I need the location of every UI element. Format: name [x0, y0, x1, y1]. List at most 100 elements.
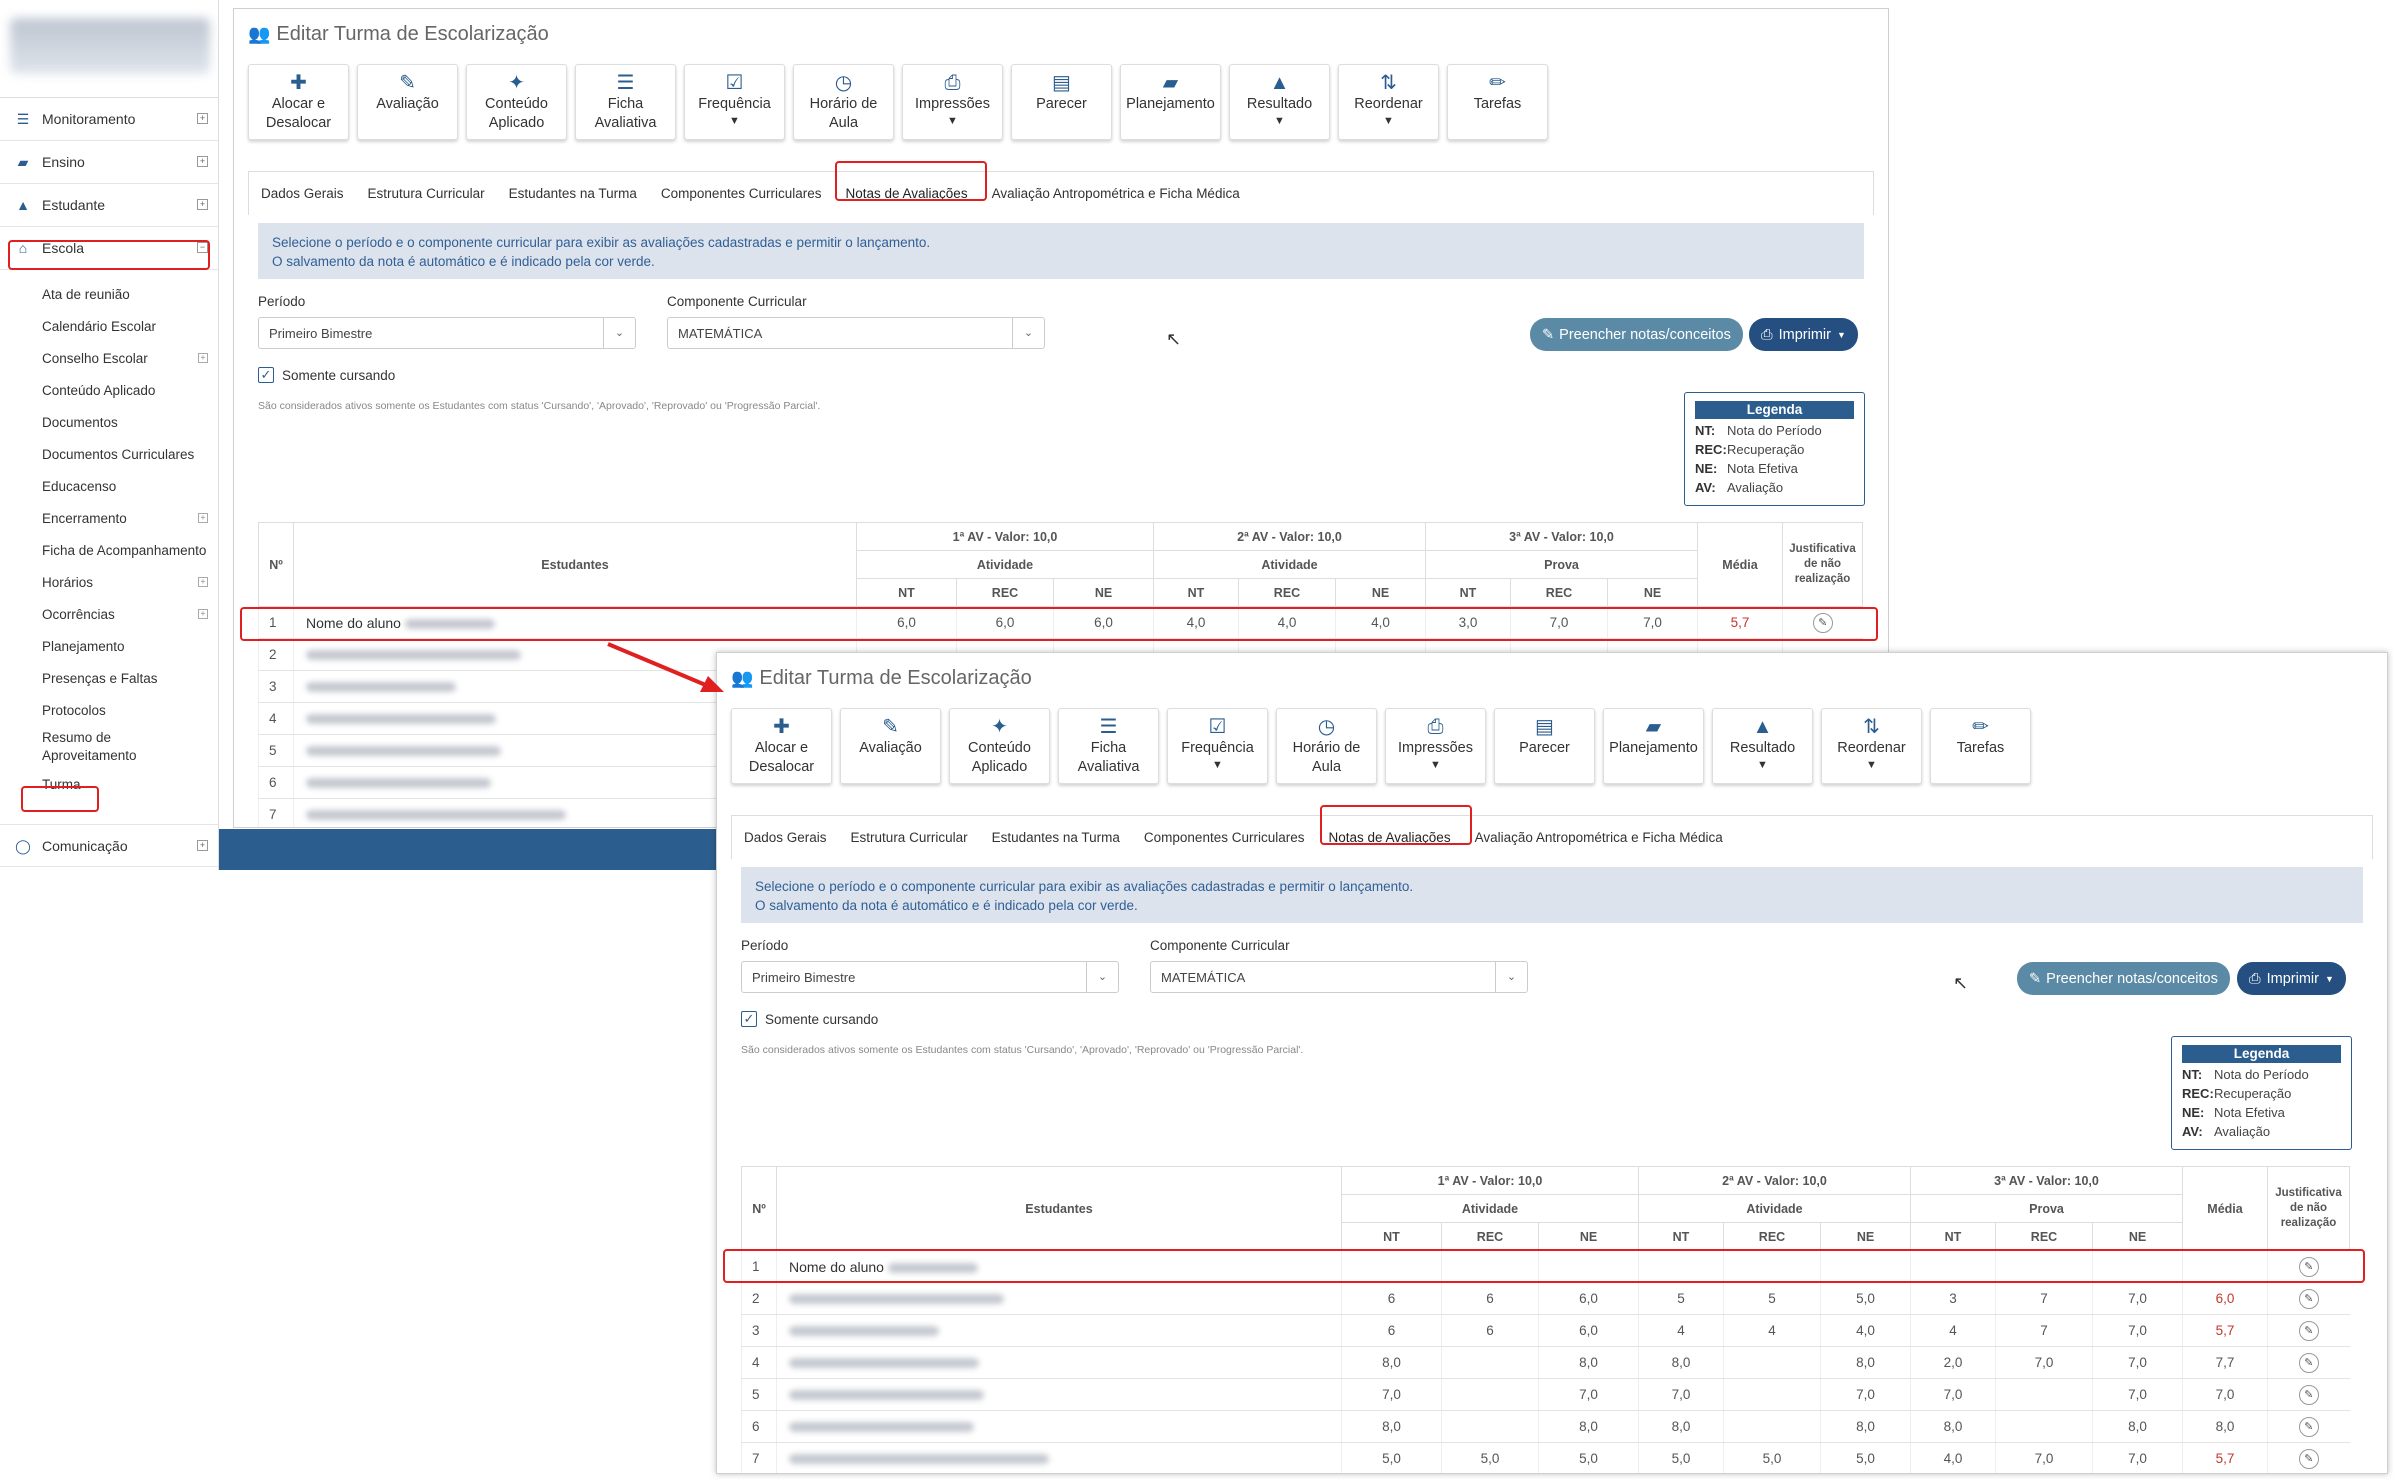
- grade-cell[interactable]: 7,0: [1995, 1346, 2093, 1379]
- sidebar-item-estudante[interactable]: ▲ Estudante +: [0, 184, 218, 227]
- componente-select[interactable]: MATEMÁTICA ⌄: [1150, 961, 1528, 993]
- grade-cell[interactable]: [1441, 1378, 1539, 1411]
- tab-4[interactable]: Notas de Avaliações: [833, 172, 979, 216]
- sidebar-item-escola[interactable]: ⌂ Escola −: [0, 227, 218, 270]
- expand-icon[interactable]: +: [198, 513, 208, 523]
- grade-cell[interactable]: 3: [1910, 1282, 1996, 1315]
- grade-cell[interactable]: [1723, 1410, 1821, 1443]
- tab-0[interactable]: Dados Gerais: [249, 172, 356, 216]
- fill-grades-button[interactable]: ✎ Preencher notas/conceitos: [2017, 962, 2230, 995]
- tab-5[interactable]: Avaliação Antropométrica e Ficha Médica: [980, 172, 1252, 216]
- edit-icon[interactable]: ✎: [2298, 1320, 2319, 1341]
- grade-cell[interactable]: 4,0: [1820, 1314, 1911, 1347]
- toolbar-button-1[interactable]: ✎ Avaliação: [840, 708, 941, 784]
- grade-cell[interactable]: [1723, 1250, 1821, 1283]
- sidebar-subitem-turma[interactable]: Turma: [0, 768, 218, 800]
- tab-4[interactable]: Notas de Avaliações: [1316, 816, 1462, 860]
- sidebar-item-ensino[interactable]: ▰ Ensino +: [0, 141, 218, 184]
- sidebar-subitem[interactable]: Horários +: [0, 566, 218, 598]
- grade-cell[interactable]: 4: [1638, 1314, 1724, 1347]
- edit-icon[interactable]: ✎: [1812, 612, 1833, 633]
- grade-cell[interactable]: [2092, 1250, 2183, 1283]
- grade-cell[interactable]: 7,0: [1995, 1442, 2093, 1473]
- grade-cell[interactable]: 8,0: [1820, 1346, 1911, 1379]
- grade-cell[interactable]: 7,0: [2092, 1282, 2183, 1315]
- grade-cell[interactable]: 7,0: [2092, 1346, 2183, 1379]
- toolbar-button-4[interactable]: ☑ Frequência ▼: [1167, 708, 1268, 784]
- toolbar-button-9[interactable]: ▲ Resultado ▼: [1229, 64, 1330, 140]
- grade-cell[interactable]: 5,0: [1538, 1442, 1639, 1473]
- grade-cell[interactable]: 5,0: [1638, 1442, 1724, 1473]
- sidebar-subitem[interactable]: Conteúdo Aplicado: [0, 374, 218, 406]
- grade-cell[interactable]: 7,0: [2092, 1314, 2183, 1347]
- sidebar-subitem[interactable]: Educacenso: [0, 470, 218, 502]
- grade-cell[interactable]: 4,0: [1238, 606, 1336, 639]
- expand-icon[interactable]: +: [197, 113, 208, 124]
- grade-cell[interactable]: 6: [1341, 1282, 1442, 1315]
- grade-cell[interactable]: [1638, 1250, 1724, 1283]
- grade-cell[interactable]: 6,0: [856, 606, 957, 639]
- grade-cell[interactable]: 7,0: [1510, 606, 1608, 639]
- componente-select[interactable]: MATEMÁTICA ⌄: [667, 317, 1045, 349]
- grade-cell[interactable]: [1538, 1250, 1639, 1283]
- toolbar-button-10[interactable]: ⇅ Reordenar ▼: [1821, 708, 1922, 784]
- grade-cell[interactable]: 8,0: [1538, 1346, 1639, 1379]
- table-row[interactable]: 1 Nome do aluno 6,0 6,0 6,0 4,0 4,0 4,0 3,0 7,0 7,…: [258, 606, 1863, 639]
- toolbar-button-3[interactable]: ☰ Ficha Avaliativa: [575, 64, 676, 140]
- grade-cell[interactable]: 7,0: [1910, 1378, 1996, 1411]
- edit-icon[interactable]: ✎: [2298, 1352, 2319, 1373]
- grade-cell[interactable]: 7,0: [1607, 606, 1698, 639]
- grade-cell[interactable]: [1995, 1378, 2093, 1411]
- grade-cell[interactable]: 7: [1995, 1314, 2093, 1347]
- table-row[interactable]: 4 8,0 8,0 8,0 8,0 2,0 7,0 7,0 7,7 ✎: [741, 1346, 2350, 1379]
- expand-icon[interactable]: +: [198, 577, 208, 587]
- tab-2[interactable]: Estudantes na Turma: [980, 816, 1132, 860]
- tab-0[interactable]: Dados Gerais: [732, 816, 839, 860]
- periodo-select[interactable]: Primeiro Bimestre ⌄: [741, 961, 1119, 993]
- sidebar-subitem[interactable]: Conselho Escolar +: [0, 342, 218, 374]
- sidebar-subitem[interactable]: Planejamento: [0, 630, 218, 662]
- grade-cell[interactable]: [1441, 1346, 1539, 1379]
- edit-icon[interactable]: ✎: [2298, 1384, 2319, 1405]
- toolbar-button-4[interactable]: ☑ Frequência ▼: [684, 64, 785, 140]
- expand-icon[interactable]: +: [198, 353, 208, 363]
- sidebar-subitem[interactable]: Ficha de Acompanhamento: [0, 534, 218, 566]
- toolbar-button-6[interactable]: ⎙ Impressões ▼: [1385, 708, 1486, 784]
- sidebar-subitem[interactable]: Documentos: [0, 406, 218, 438]
- toolbar-button-7[interactable]: ▤ Parecer: [1494, 708, 1595, 784]
- table-row[interactable]: 6 8,0 8,0 8,0 8,0 8,0 8,0 8,0 ✎: [741, 1410, 2350, 1443]
- grade-cell[interactable]: 4: [1910, 1314, 1996, 1347]
- grade-cell[interactable]: 7,0: [1638, 1378, 1724, 1411]
- grade-cell[interactable]: 5: [1723, 1282, 1821, 1315]
- grade-cell[interactable]: 4: [1723, 1314, 1821, 1347]
- grade-cell[interactable]: 5,0: [1820, 1442, 1911, 1473]
- grade-cell[interactable]: 2,0: [1910, 1346, 1996, 1379]
- sidebar-subitem[interactable]: Resumo de Aproveitamento: [0, 726, 218, 768]
- grade-cell[interactable]: 5,0: [1820, 1282, 1911, 1315]
- tab-1[interactable]: Estrutura Curricular: [839, 816, 980, 860]
- toolbar-button-0[interactable]: ✚ Alocar e Desalocar: [248, 64, 349, 140]
- sidebar-subitem[interactable]: Protocolos: [0, 694, 218, 726]
- toolbar-button-5[interactable]: ◷ Horário de Aula: [793, 64, 894, 140]
- fill-grades-button[interactable]: ✎ Preencher notas/conceitos: [1530, 318, 1743, 351]
- table-row[interactable]: 1 Nome do aluno ✎: [741, 1250, 2350, 1283]
- toolbar-button-8[interactable]: ▰ Planejamento: [1120, 64, 1221, 140]
- tab-5[interactable]: Avaliação Antropométrica e Ficha Médica: [1463, 816, 1735, 860]
- sidebar-subitem[interactable]: Calendário Escolar: [0, 310, 218, 342]
- grade-cell[interactable]: 4,0: [1335, 606, 1426, 639]
- edit-icon[interactable]: ✎: [2298, 1416, 2319, 1437]
- grade-cell[interactable]: 7,0: [1820, 1378, 1911, 1411]
- expand-icon[interactable]: +: [198, 609, 208, 619]
- grade-cell[interactable]: 8,0: [1820, 1410, 1911, 1443]
- tab-1[interactable]: Estrutura Curricular: [356, 172, 497, 216]
- grade-cell[interactable]: 5,0: [1341, 1442, 1442, 1473]
- sidebar-item-comunicacao[interactable]: ◯ Comunicação +: [0, 824, 218, 867]
- edit-icon[interactable]: ✎: [2298, 1448, 2319, 1469]
- toolbar-button-11[interactable]: ✏ Tarefas: [1930, 708, 2031, 784]
- toolbar-button-6[interactable]: ⎙ Impressões ▼: [902, 64, 1003, 140]
- expand-icon[interactable]: +: [197, 199, 208, 210]
- toolbar-button-9[interactable]: ▲ Resultado ▼: [1712, 708, 1813, 784]
- collapse-icon[interactable]: −: [197, 242, 208, 253]
- grade-cell[interactable]: [1723, 1378, 1821, 1411]
- sidebar-subitem[interactable]: Documentos Curriculares: [0, 438, 218, 470]
